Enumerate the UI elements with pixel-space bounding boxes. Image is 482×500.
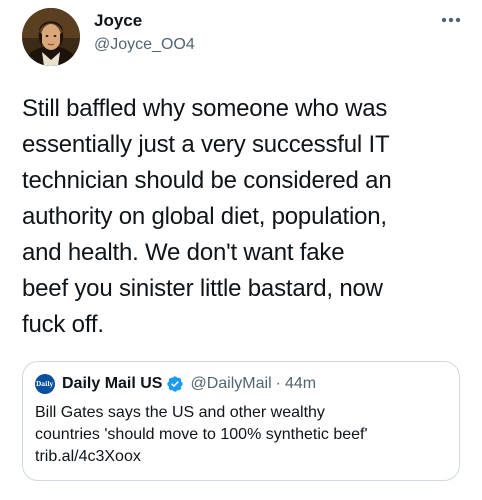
quoted-separator: · — [275, 375, 281, 392]
quoted-tweet-card[interactable]: Daily Mail Daily Mail US @DailyMail · 44… — [22, 361, 460, 481]
author-display-name[interactable]: Joyce — [94, 10, 142, 32]
quoted-avatar-label: Daily Mail — [36, 380, 71, 388]
more-horizontal-icon[interactable] — [440, 12, 462, 28]
daily-mail-avatar[interactable]: Daily Mail — [35, 374, 71, 394]
quoted-timestamp[interactable]: 44m — [285, 375, 316, 393]
quoted-handle[interactable]: @DailyMail — [190, 375, 271, 393]
author-avatar[interactable] — [22, 8, 80, 66]
quoted-display-name[interactable]: Daily Mail US — [62, 375, 162, 393]
portrait-avatar-icon — [22, 8, 80, 66]
quoted-tweet-text: Bill Gates says the US and other wealthy… — [35, 404, 368, 465]
author-handle[interactable]: @Joyce_OO4 — [94, 34, 195, 56]
verified-badge-icon — [166, 375, 184, 393]
tweet-text: Still baffled why someone who was essent… — [22, 95, 392, 338]
quoted-tweet-header: Daily Mail Daily Mail US @DailyMail · 44… — [35, 372, 316, 396]
